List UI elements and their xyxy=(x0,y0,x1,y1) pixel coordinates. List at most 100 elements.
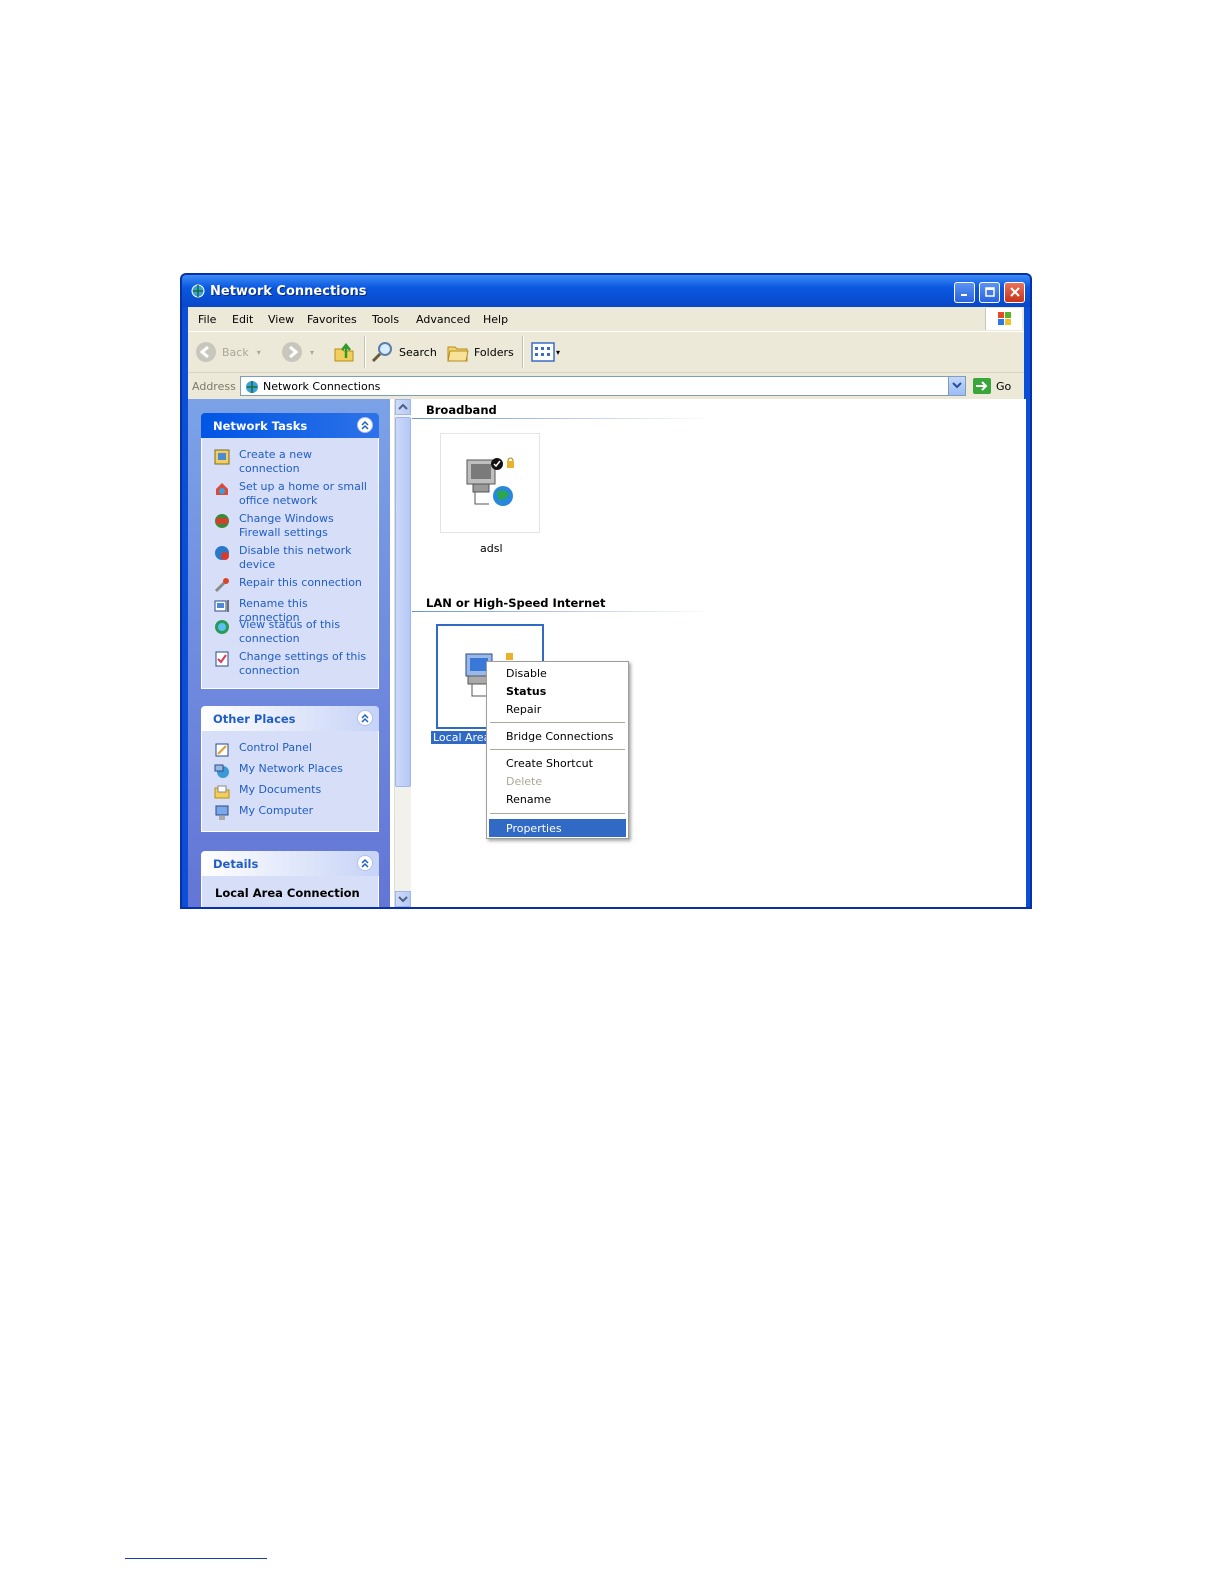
collapse-button[interactable] xyxy=(357,710,373,726)
new-connection-icon xyxy=(214,449,230,465)
task-create-connection[interactable]: Create a new connection xyxy=(202,448,380,476)
context-item-create-shortcut[interactable]: Create Shortcut xyxy=(489,754,626,772)
search-icon xyxy=(371,342,392,363)
details-title: Details xyxy=(213,857,259,871)
network-connections-icon xyxy=(191,284,205,298)
connection-label-local-area[interactable]: Local Area xyxy=(431,731,493,744)
close-button[interactable] xyxy=(1004,282,1025,303)
network-tasks-header[interactable]: Network Tasks xyxy=(201,413,379,438)
views-button[interactable]: ▾ xyxy=(530,340,560,364)
up-folder-button[interactable] xyxy=(332,340,356,364)
scroll-thumb[interactable] xyxy=(395,417,411,787)
task-rename-connection[interactable]: Rename this connection xyxy=(202,597,380,624)
back-button[interactable]: Back ▾ xyxy=(194,340,261,364)
other-places-header[interactable]: Other Places xyxy=(201,706,379,731)
address-field[interactable]: Network Connections xyxy=(240,376,966,396)
toolbar-separator xyxy=(522,336,524,368)
menu-help[interactable]: Help xyxy=(483,313,508,326)
context-item-rename[interactable]: Rename xyxy=(489,790,626,808)
details-body: Local Area Connection xyxy=(201,876,379,907)
scroll-down-button[interactable] xyxy=(395,891,411,907)
connection-adsl[interactable] xyxy=(440,433,540,533)
menu-favorites[interactable]: Favorites xyxy=(307,313,357,326)
views-dropdown-icon[interactable]: ▾ xyxy=(556,348,560,357)
network-places-icon xyxy=(214,764,229,778)
control-panel-icon xyxy=(215,743,229,757)
broadband-connection-icon xyxy=(466,457,514,506)
network-tasks-title: Network Tasks xyxy=(213,419,308,433)
search-label: Search xyxy=(399,345,437,359)
task-disable-device[interactable]: Disable this network device xyxy=(202,544,380,572)
toolbar: Back ▾ ▾ Search Folders ▾ xyxy=(188,331,1024,372)
connection-label-adsl[interactable]: adsl xyxy=(480,542,503,555)
place-control-panel[interactable]: Control Panel xyxy=(202,741,380,759)
context-menu: Disable Status Repair Bridge Connections… xyxy=(486,661,629,839)
documents-icon xyxy=(214,785,230,799)
menu-tools[interactable]: Tools xyxy=(372,313,399,326)
back-dropdown-icon[interactable]: ▾ xyxy=(257,348,261,357)
place-label: Control Panel xyxy=(239,741,312,754)
vertical-scrollbar[interactable] xyxy=(394,399,411,907)
task-label: Repair this connection xyxy=(239,576,362,589)
firewall-icon xyxy=(215,514,229,528)
minimize-icon xyxy=(960,294,967,296)
place-my-network-places[interactable]: My Network Places xyxy=(202,762,380,780)
address-value: Network Connections xyxy=(263,380,381,393)
task-view-status[interactable]: View status of this connection xyxy=(202,618,380,646)
context-separator xyxy=(490,722,625,723)
settings-icon xyxy=(215,651,229,667)
double-chevron-up-icon xyxy=(361,858,369,868)
folders-label: Folders xyxy=(474,345,514,359)
network-connections-icon xyxy=(246,381,258,393)
details-header[interactable]: Details xyxy=(201,851,379,876)
go-arrow-icon xyxy=(973,378,991,394)
chevron-down-icon xyxy=(398,896,408,903)
task-label: Set up a home or small office network xyxy=(239,480,367,507)
folders-icon xyxy=(447,346,469,362)
place-my-documents[interactable]: My Documents xyxy=(202,783,380,801)
double-chevron-up-icon xyxy=(361,713,369,723)
forward-dropdown-icon[interactable]: ▾ xyxy=(310,348,314,357)
task-change-settings[interactable]: Change settings of this connection xyxy=(202,650,380,678)
other-places-title: Other Places xyxy=(213,712,296,726)
place-my-computer[interactable]: My Computer xyxy=(202,804,380,822)
context-item-disable[interactable]: Disable xyxy=(489,664,626,682)
network-tasks-panel: Network Tasks Create a new connection Se… xyxy=(201,413,379,689)
task-repair-connection[interactable]: Repair this connection xyxy=(202,576,380,594)
search-button[interactable]: Search xyxy=(370,340,437,364)
place-label: My Computer xyxy=(239,804,314,817)
go-button[interactable]: Go xyxy=(972,376,1011,396)
group-divider xyxy=(412,418,712,419)
group-title-lan: LAN or High-Speed Internet xyxy=(426,596,606,610)
collapse-button[interactable] xyxy=(357,855,373,871)
context-item-delete: Delete xyxy=(506,775,543,788)
minimize-button[interactable] xyxy=(954,282,975,303)
context-item-repair[interactable]: Repair xyxy=(489,700,626,718)
task-label: Create a new connection xyxy=(239,448,313,475)
task-home-network[interactable]: Set up a home or small office network xyxy=(202,480,380,508)
context-item-bridge-connections[interactable]: Bridge Connections xyxy=(489,727,626,745)
context-item-status[interactable]: Status xyxy=(489,682,626,700)
menu-file[interactable]: File xyxy=(198,313,216,326)
address-bar: Address Network Connections Go xyxy=(188,372,1024,399)
collapse-button[interactable] xyxy=(357,417,373,433)
toolbar-separator xyxy=(364,336,366,368)
task-pane: Network Tasks Create a new connection Se… xyxy=(188,399,390,907)
chevron-down-icon xyxy=(952,382,962,389)
folders-button[interactable]: Folders xyxy=(446,340,514,364)
double-chevron-up-icon xyxy=(361,420,369,430)
scroll-up-button[interactable] xyxy=(395,399,411,415)
group-title-broadband: Broadband xyxy=(426,403,497,417)
maximize-button[interactable] xyxy=(979,282,1000,303)
menu-edit[interactable]: Edit xyxy=(232,313,253,326)
task-firewall-settings[interactable]: Change Windows Firewall settings xyxy=(202,512,380,540)
title-bar[interactable]: Network Connections xyxy=(182,275,1030,307)
task-label: View status of this connection xyxy=(239,618,341,645)
menu-view[interactable]: View xyxy=(268,313,294,326)
context-separator xyxy=(490,813,625,814)
context-item-properties[interactable]: Properties xyxy=(489,819,626,837)
go-label: Go xyxy=(996,379,1012,393)
forward-button[interactable]: ▾ xyxy=(280,340,314,364)
menu-advanced[interactable]: Advanced xyxy=(416,313,470,326)
address-dropdown-button[interactable] xyxy=(948,377,965,395)
